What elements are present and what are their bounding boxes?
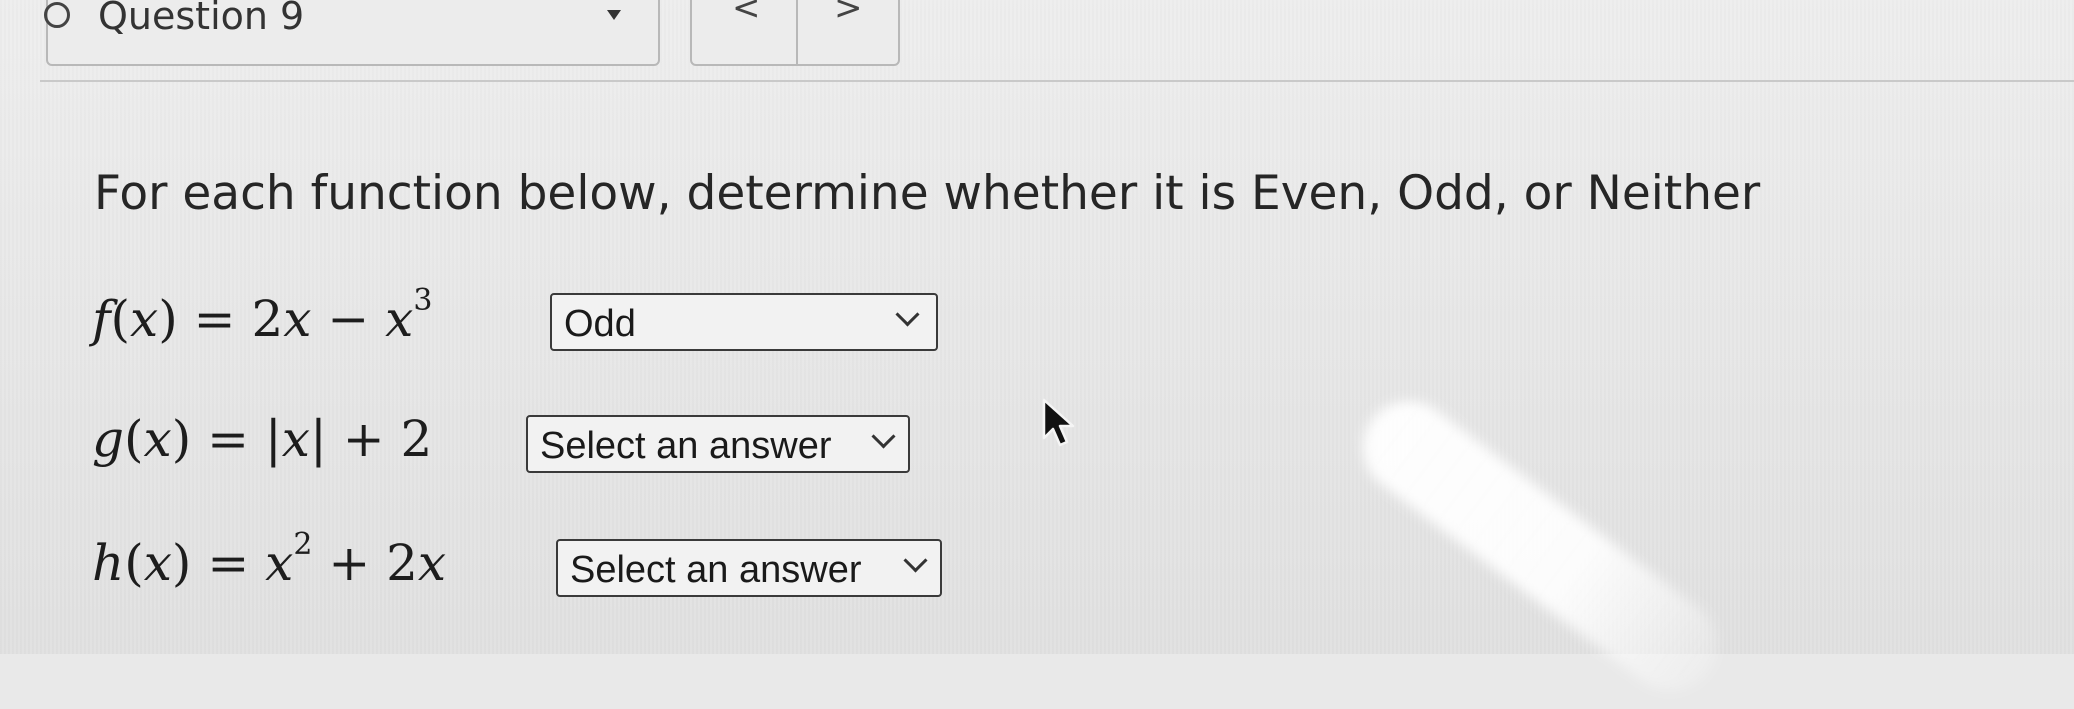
chevron-down-icon <box>895 302 920 327</box>
question-instructions: For each function below, determine wheth… <box>94 166 1761 221</box>
function-g-parity-select[interactable]: Select an answer <box>526 415 910 473</box>
function-f-parity-select[interactable]: Odd <box>550 293 938 351</box>
function-f-expression: f(x) = 2x − x3 <box>92 283 433 349</box>
caret-down-icon[interactable] <box>607 10 621 20</box>
question-nav-buttons: < > <box>690 0 900 66</box>
next-question-button[interactable]: > <box>798 0 898 64</box>
chevron-left-icon: < <box>732 0 761 28</box>
function-h-parity-select[interactable]: Select an answer <box>556 539 942 597</box>
select-value: Select an answer <box>570 549 862 591</box>
question-label: Question 9 <box>98 0 305 38</box>
radio-circle-icon <box>44 2 70 28</box>
mouse-pointer-icon <box>1042 398 1075 447</box>
chevron-right-icon: > <box>834 0 863 28</box>
chevron-down-icon <box>871 424 896 449</box>
function-g-expression: g(x) = |x| + 2 <box>92 410 433 468</box>
question-navigation-bar: Question 9 < > <box>0 0 2074 70</box>
previous-question-button[interactable]: < <box>692 0 792 64</box>
chevron-down-icon <box>903 548 928 573</box>
select-value: Select an answer <box>540 425 832 467</box>
function-h-expression: h(x) = x2 + 2x <box>92 527 447 593</box>
header-divider <box>40 80 2074 82</box>
select-value: Odd <box>564 303 636 345</box>
